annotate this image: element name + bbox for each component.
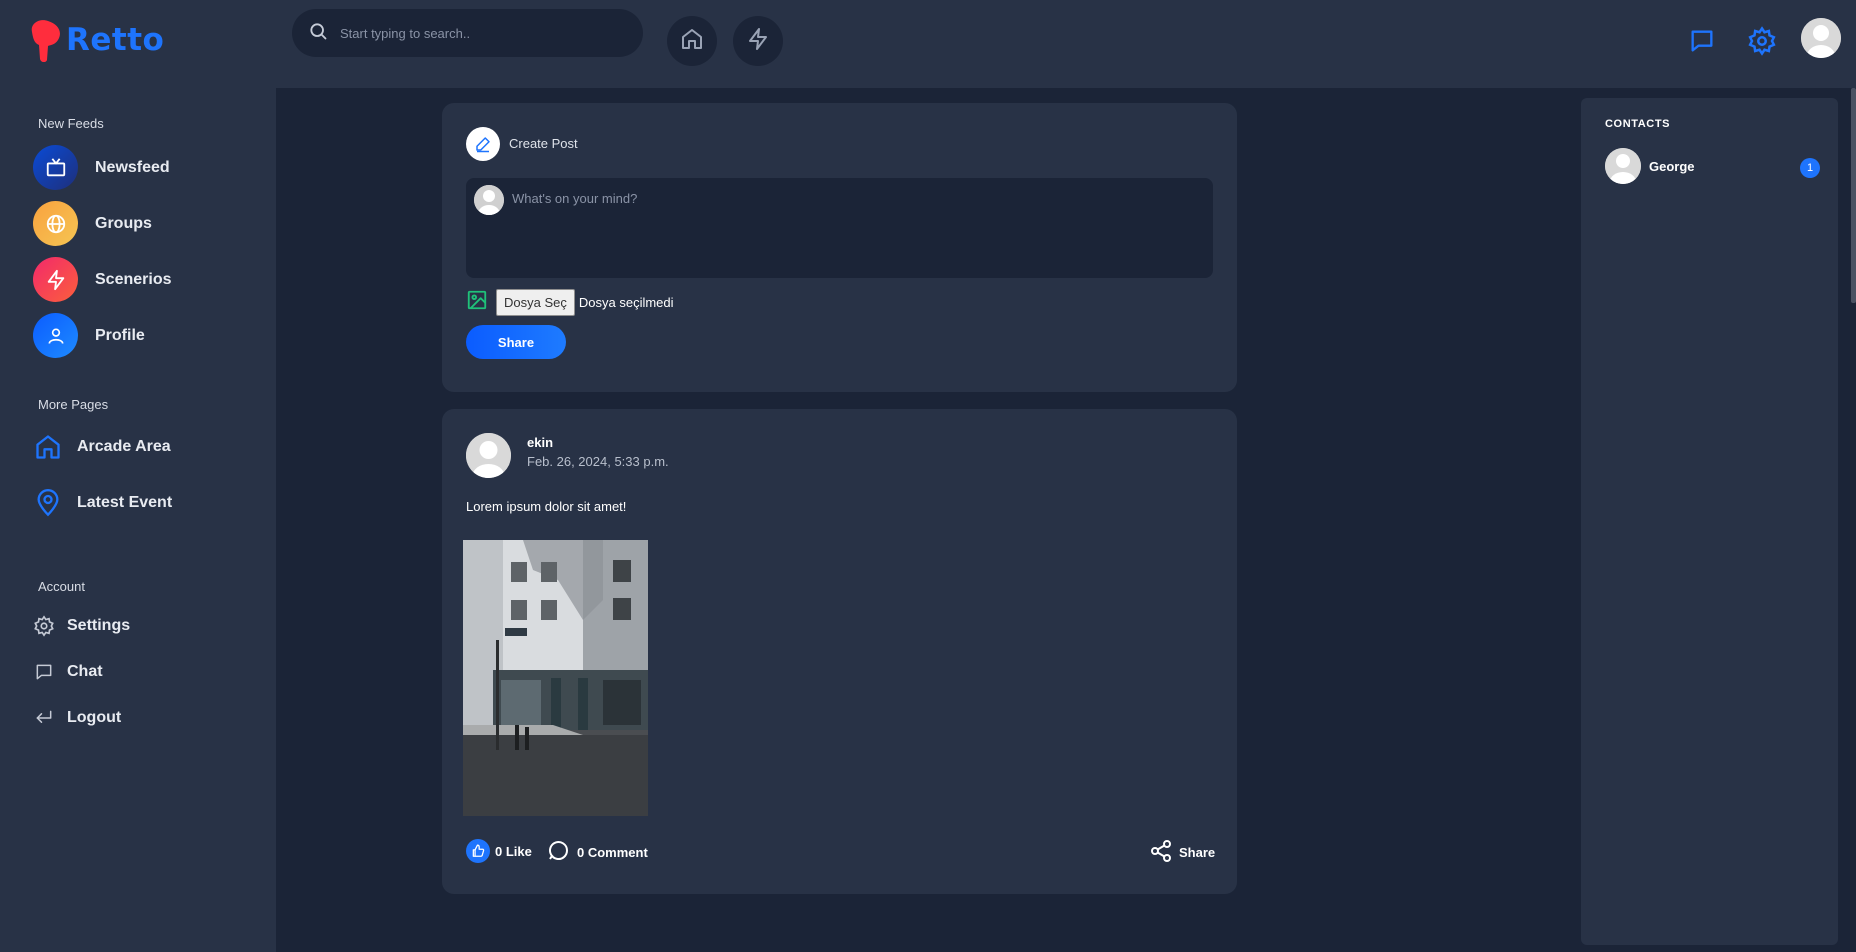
contact-item[interactable]: George 1 — [1605, 148, 1820, 184]
create-post-card: Create Post Dosya Seç Dosya seçilmedi Sh… — [442, 103, 1237, 392]
message-square-icon — [1688, 27, 1716, 60]
post-textarea[interactable] — [512, 191, 1202, 271]
post-actions: 0 Like 0 Comment Share — [466, 839, 1215, 867]
sidebar-item-label: Scenerios — [95, 270, 172, 288]
unread-badge: 1 — [1800, 158, 1820, 178]
sidebar-item-scenerios[interactable]: Scenerios — [33, 257, 171, 302]
sidebar-item-groups[interactable]: Groups — [33, 201, 152, 246]
sidebar-item-label: Groups — [95, 214, 152, 232]
comment-button[interactable]: 0 Comment — [546, 839, 648, 866]
sidebar-item-label: Newsfeed — [95, 158, 170, 176]
post-author[interactable]: ekin — [527, 435, 553, 450]
message-square-icon — [33, 657, 55, 687]
home-button[interactable] — [667, 16, 717, 66]
search-bar[interactable] — [292, 9, 643, 57]
comment-icon — [546, 839, 570, 866]
share-post-button[interactable]: Share — [466, 325, 566, 359]
choose-file-button[interactable]: Dosya Seç — [496, 289, 575, 316]
image-icon — [466, 289, 488, 316]
sidebar-item-label: Settings — [67, 617, 131, 634]
search-icon — [308, 21, 328, 46]
sidebar-item-profile[interactable]: Profile — [33, 313, 145, 358]
brand-name: Retto — [66, 22, 165, 58]
thumbs-up-icon — [466, 839, 490, 863]
avatar — [1605, 148, 1641, 184]
messages-button[interactable] — [1688, 27, 1716, 60]
edit-icon — [466, 127, 500, 161]
tv-icon — [33, 145, 78, 190]
sidebar-item-settings[interactable]: Settings — [33, 611, 130, 641]
sidebar-item-latest-event[interactable]: Latest Event — [33, 488, 172, 518]
search-input[interactable] — [340, 25, 620, 41]
zap-icon — [33, 257, 78, 302]
left-sidebar: New Feeds Newsfeed Groups Scenerios Prof… — [0, 88, 276, 952]
avatar — [474, 185, 504, 215]
sidebar-item-chat[interactable]: Chat — [33, 657, 103, 687]
sidebar-item-label: Latest Event — [77, 494, 173, 511]
settings-icon — [1747, 26, 1777, 61]
globe-icon — [33, 201, 78, 246]
more-pages-title: More Pages — [38, 397, 109, 412]
share-button[interactable]: Share — [1149, 839, 1215, 866]
post-date: Feb. 26, 2024, 5:33 p.m. — [527, 454, 669, 469]
avatar[interactable] — [466, 433, 511, 478]
home-icon — [33, 432, 63, 462]
contacts-panel: CONTACTS George 1 — [1581, 98, 1838, 945]
sidebar-item-label: Logout — [67, 709, 122, 726]
post-text: Lorem ipsum dolor sit amet! — [466, 499, 627, 514]
page-scrollbar[interactable] — [1851, 88, 1856, 303]
sidebar-item-label: Profile — [95, 326, 145, 344]
contacts-title: CONTACTS — [1605, 118, 1671, 130]
brand-logo[interactable]: Retto — [28, 18, 165, 63]
user-avatar[interactable] — [1801, 18, 1841, 58]
post-image[interactable] — [463, 540, 648, 816]
home-icon — [680, 27, 704, 56]
new-feeds-title: New Feeds — [38, 116, 104, 131]
sidebar-item-arcade-area[interactable]: Arcade Area — [33, 432, 171, 462]
like-button[interactable]: 0 Like — [466, 839, 532, 863]
like-count: 0 Like — [495, 843, 532, 859]
map-pin-icon — [33, 488, 63, 518]
activity-button[interactable] — [733, 16, 783, 66]
logo-icon — [28, 18, 64, 63]
account-title: Account — [38, 579, 85, 594]
comment-count: 0 Comment — [577, 845, 648, 860]
post-card: ekin Feb. 26, 2024, 5:33 p.m. Lorem ipsu… — [442, 409, 1237, 894]
top-header: Retto — [0, 0, 1856, 88]
logout-icon — [33, 703, 55, 733]
share-label: Share — [1179, 845, 1216, 860]
post-textarea-wrapper — [466, 178, 1213, 278]
file-upload-row: Dosya Seç Dosya seçilmedi — [466, 289, 674, 316]
settings-icon — [33, 611, 55, 641]
sidebar-item-label: Chat — [67, 663, 103, 680]
user-icon — [33, 313, 78, 358]
sidebar-item-label: Arcade Area — [77, 438, 171, 455]
sidebar-item-logout[interactable]: Logout — [33, 703, 121, 733]
settings-button[interactable] — [1747, 26, 1777, 61]
file-status: Dosya seçilmedi — [578, 295, 674, 310]
zap-icon — [746, 27, 770, 56]
sidebar-item-newsfeed[interactable]: Newsfeed — [33, 145, 170, 190]
contact-name: George — [1649, 158, 1695, 174]
create-post-title: Create Post — [509, 136, 578, 151]
share-icon — [1149, 839, 1173, 866]
